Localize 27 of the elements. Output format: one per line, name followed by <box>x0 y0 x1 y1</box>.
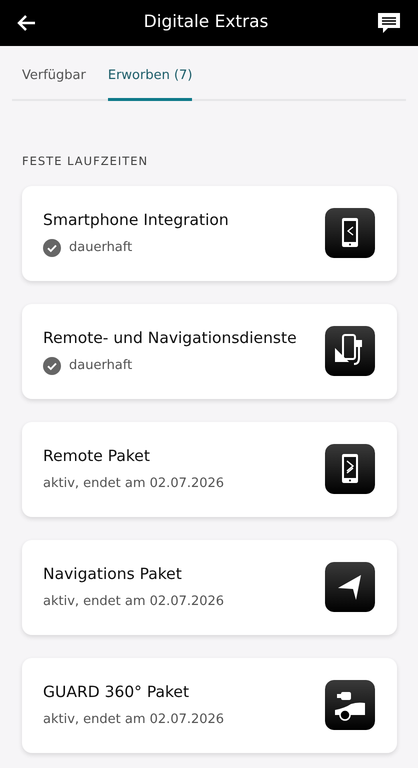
product-status: dauerhaft <box>69 239 132 258</box>
product-title: Smartphone Integration <box>43 210 229 231</box>
product-status: dauerhaft <box>69 357 132 376</box>
product-card[interactable]: GUARD 360° Paket aktiv, endet am 02.07.2026 <box>22 658 397 753</box>
tab[interactable]: Verfügbar <box>22 66 86 100</box>
check-icon <box>43 356 61 375</box>
product-title: Navigations Paket <box>43 564 183 585</box>
back-icon[interactable] <box>16 14 36 32</box>
car-camera-icon <box>325 680 375 730</box>
check-icon <box>43 238 61 257</box>
product-title: Remote Paket <box>43 446 151 467</box>
chat-icon[interactable] <box>376 11 402 35</box>
product-title: GUARD 360° Paket <box>43 682 190 703</box>
product-card[interactable]: Remote Paket aktiv, endet am 02.07.2026 <box>22 422 397 517</box>
phone-remote-icon <box>325 444 375 494</box>
phone-plug-icon <box>325 326 375 376</box>
tab[interactable]: Erworben (7) <box>108 66 192 100</box>
product-status: aktiv, endet am 02.07.2026 <box>43 711 224 730</box>
product-title: Remote- und Navigationsdienste <box>43 328 297 349</box>
product-status: aktiv, endet am 02.07.2026 <box>43 593 224 612</box>
phone-share-icon <box>325 208 375 258</box>
product-card[interactable]: Remote- und Navigationsdienste dauerhaft <box>22 304 397 399</box>
product-status: aktiv, endet am 02.07.2026 <box>43 475 224 494</box>
product-card[interactable]: Navigations Paket aktiv, endet am 02.07.2026 <box>22 540 397 635</box>
product-card[interactable]: Smartphone Integration dauerhaft <box>22 186 397 281</box>
section-heading: FESTE LAUFZEITEN <box>22 152 150 170</box>
screen-title: Digitale Extras <box>144 11 268 34</box>
